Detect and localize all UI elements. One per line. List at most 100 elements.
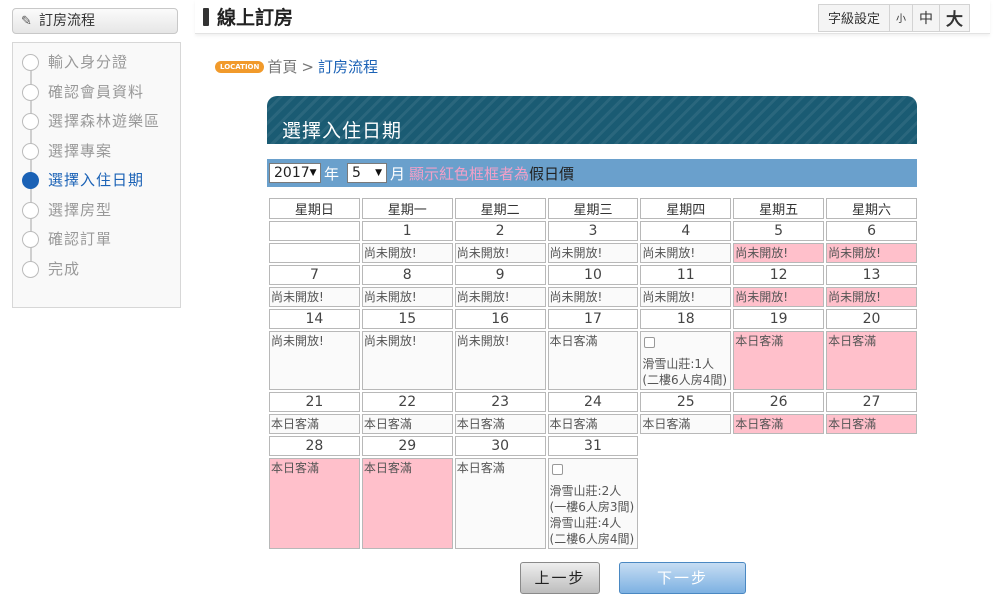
date-status-cell: 尚未開放! (733, 287, 825, 307)
date-status-cell: 尚未開放! (547, 243, 639, 263)
date-status-cell: 本日客滿 (826, 331, 917, 390)
location-badge: LOCATION (215, 60, 265, 73)
weekday-header-row: 星期日 星期一 星期二 星期三 星期四 星期五 星期六 (269, 198, 917, 219)
date-status-cell: 尚未開放! (454, 287, 546, 307)
date-status-cell: 尚未開放! (547, 287, 639, 307)
month-select-value: 5 (352, 165, 361, 181)
date-status-cell: 本日客滿 (733, 331, 825, 390)
pencil-note-icon: ✎ (21, 14, 32, 29)
weekday-header: 星期四 (640, 198, 732, 219)
top-bar: 線上訂房 字級設定 小 中 大 (195, 0, 990, 34)
page-title-text: 線上訂房 (217, 7, 294, 29)
date-number: 8 (361, 265, 453, 285)
date-select-checkbox[interactable] (551, 464, 563, 475)
availability-text: 尚未開放! (549, 290, 603, 304)
step-dot-icon (22, 201, 39, 219)
previous-step-button[interactable]: 上一步 (520, 562, 600, 594)
holiday-hint: 顯示紅色框框者為 (409, 164, 530, 183)
date-number: 6 (826, 221, 917, 241)
date-number-row: 123456 (269, 221, 917, 241)
date-number: 31 (547, 436, 639, 456)
date-number: 14 (269, 309, 360, 329)
date-status-cell: 尚未開放! (826, 287, 917, 307)
next-step-button[interactable]: 下一步 (619, 562, 746, 594)
date-status-cell: 尚未開放! (454, 331, 546, 390)
date-number: 21 (269, 392, 360, 412)
date-number: 4 (640, 221, 732, 241)
date-status-cell: 本日客滿 (826, 414, 917, 434)
calendar-table: 星期日 星期一 星期二 星期三 星期四 星期五 星期六 1 2 3 4 5 6 尚未開放! 尚未開放! 尚未… (267, 196, 919, 551)
date-status-cell: 本日客滿 (454, 458, 546, 549)
availability-text: 本日客滿 (828, 334, 877, 348)
date-number-row: 21 22 23 24 25 26 27 (269, 392, 917, 412)
date-select-checkbox[interactable] (644, 337, 656, 348)
font-size-control: 字級設定 小 中 大 (817, 4, 970, 32)
availability-text: 尚未開放! (456, 290, 510, 304)
empty-cell (826, 458, 917, 549)
weekday-header: 星期二 (454, 198, 546, 219)
date-number: 9 (454, 265, 546, 285)
font-medium-button[interactable]: 中 (912, 5, 939, 31)
section-title: 選擇入住日期 (282, 120, 403, 142)
font-large-button[interactable]: 大 (939, 5, 969, 31)
availability-text: 尚未開放! (363, 246, 417, 260)
availability-text: 尚未開放! (735, 246, 789, 260)
page-title: 線上訂房 (203, 3, 293, 30)
date-number: 5 (733, 221, 825, 241)
date-status-cell: 尚未開放! (640, 243, 732, 263)
availability-text: 本日客滿 (828, 417, 877, 431)
empty-cell (826, 436, 917, 456)
availability-text: (二樓6人房4間) (549, 532, 635, 546)
empty-cell (640, 458, 731, 549)
year-select-value: 2017 (274, 165, 310, 181)
month-select[interactable]: 5 ▼ (347, 163, 388, 183)
availability-text: 尚未開放! (642, 290, 696, 304)
title-marker-icon (203, 8, 209, 26)
date-status-cell: 尚未開放! (454, 243, 546, 263)
weekday-header: 星期一 (361, 198, 453, 219)
date-status-row: 尚未開放! 尚未開放! 尚未開放! 尚未開放! 尚未開放! 尚未開放! 尚未開放! (269, 287, 917, 307)
date-status-cell[interactable]: 滑雪山莊:1人 (二樓6人房4間) (640, 331, 732, 390)
step-dot-icon (22, 260, 39, 278)
step-label: 完成 (48, 259, 81, 278)
date-number: 24 (547, 392, 639, 412)
date-number: 13 (826, 265, 917, 285)
date-number: 1 (361, 221, 453, 241)
breadcrumb-current[interactable]: 訂房流程 (318, 56, 378, 77)
date-status-cell: 尚未開放! (826, 243, 917, 263)
step-label: 選擇專案 (48, 141, 113, 160)
section-header: 選擇入住日期 (267, 96, 917, 144)
date-status-row: 本日客滿 本日客滿 本日客滿 滑雪山莊:2人 (一樓6人房3間) 滑雪山莊:4人 (二樓6人… (269, 458, 917, 549)
date-status-cell: 本日客滿 (454, 414, 546, 434)
date-status-cell (269, 243, 360, 263)
font-small-button[interactable]: 小 (889, 5, 912, 31)
font-size-label: 字級設定 (827, 12, 880, 27)
date-number: 11 (640, 265, 732, 285)
date-number: 20 (826, 309, 917, 329)
year-select[interactable]: 2017 ▼ (269, 163, 321, 183)
date-number: 2 (454, 221, 546, 241)
date-number: 12 (733, 265, 825, 285)
availability-text: 尚未開放! (642, 246, 696, 260)
step-label: 選擇森林遊樂區 (48, 112, 161, 130)
availability-text: 尚未開放! (828, 290, 881, 304)
date-number: 16 (454, 309, 546, 329)
sidebar-header: ✎ 訂房流程 (12, 8, 178, 34)
date-status-cell: 本日客滿 (547, 331, 639, 390)
date-status-cell: 本日客滿 (361, 414, 453, 434)
availability-text: 本日客滿 (549, 334, 598, 348)
availability-text: 本日客滿 (735, 334, 784, 348)
date-status-row: 本日客滿 本日客滿 本日客滿 本日客滿 本日客滿 本日客滿 本日客滿 (269, 414, 917, 434)
step-dot-icon (22, 113, 39, 130)
breadcrumb-home-link[interactable]: 首頁 (267, 56, 297, 77)
step-item: 選擇入住日期 (22, 168, 160, 198)
availability-text: 本日客滿 (456, 417, 505, 431)
availability-text: 尚未開放! (828, 246, 881, 260)
availability-text: 滑雪山莊:2人 (549, 484, 622, 498)
weekday-header: 星期六 (826, 198, 917, 219)
empty-cell (640, 436, 731, 456)
step-label: 選擇房型 (48, 200, 113, 219)
date-status-cell[interactable]: 滑雪山莊:2人 (一樓6人房3間) 滑雪山莊:4人 (二樓6人房4間) (547, 458, 639, 549)
sidebar-header-label: 訂房流程 (39, 13, 95, 29)
date-status-cell: 本日客滿 (733, 414, 825, 434)
